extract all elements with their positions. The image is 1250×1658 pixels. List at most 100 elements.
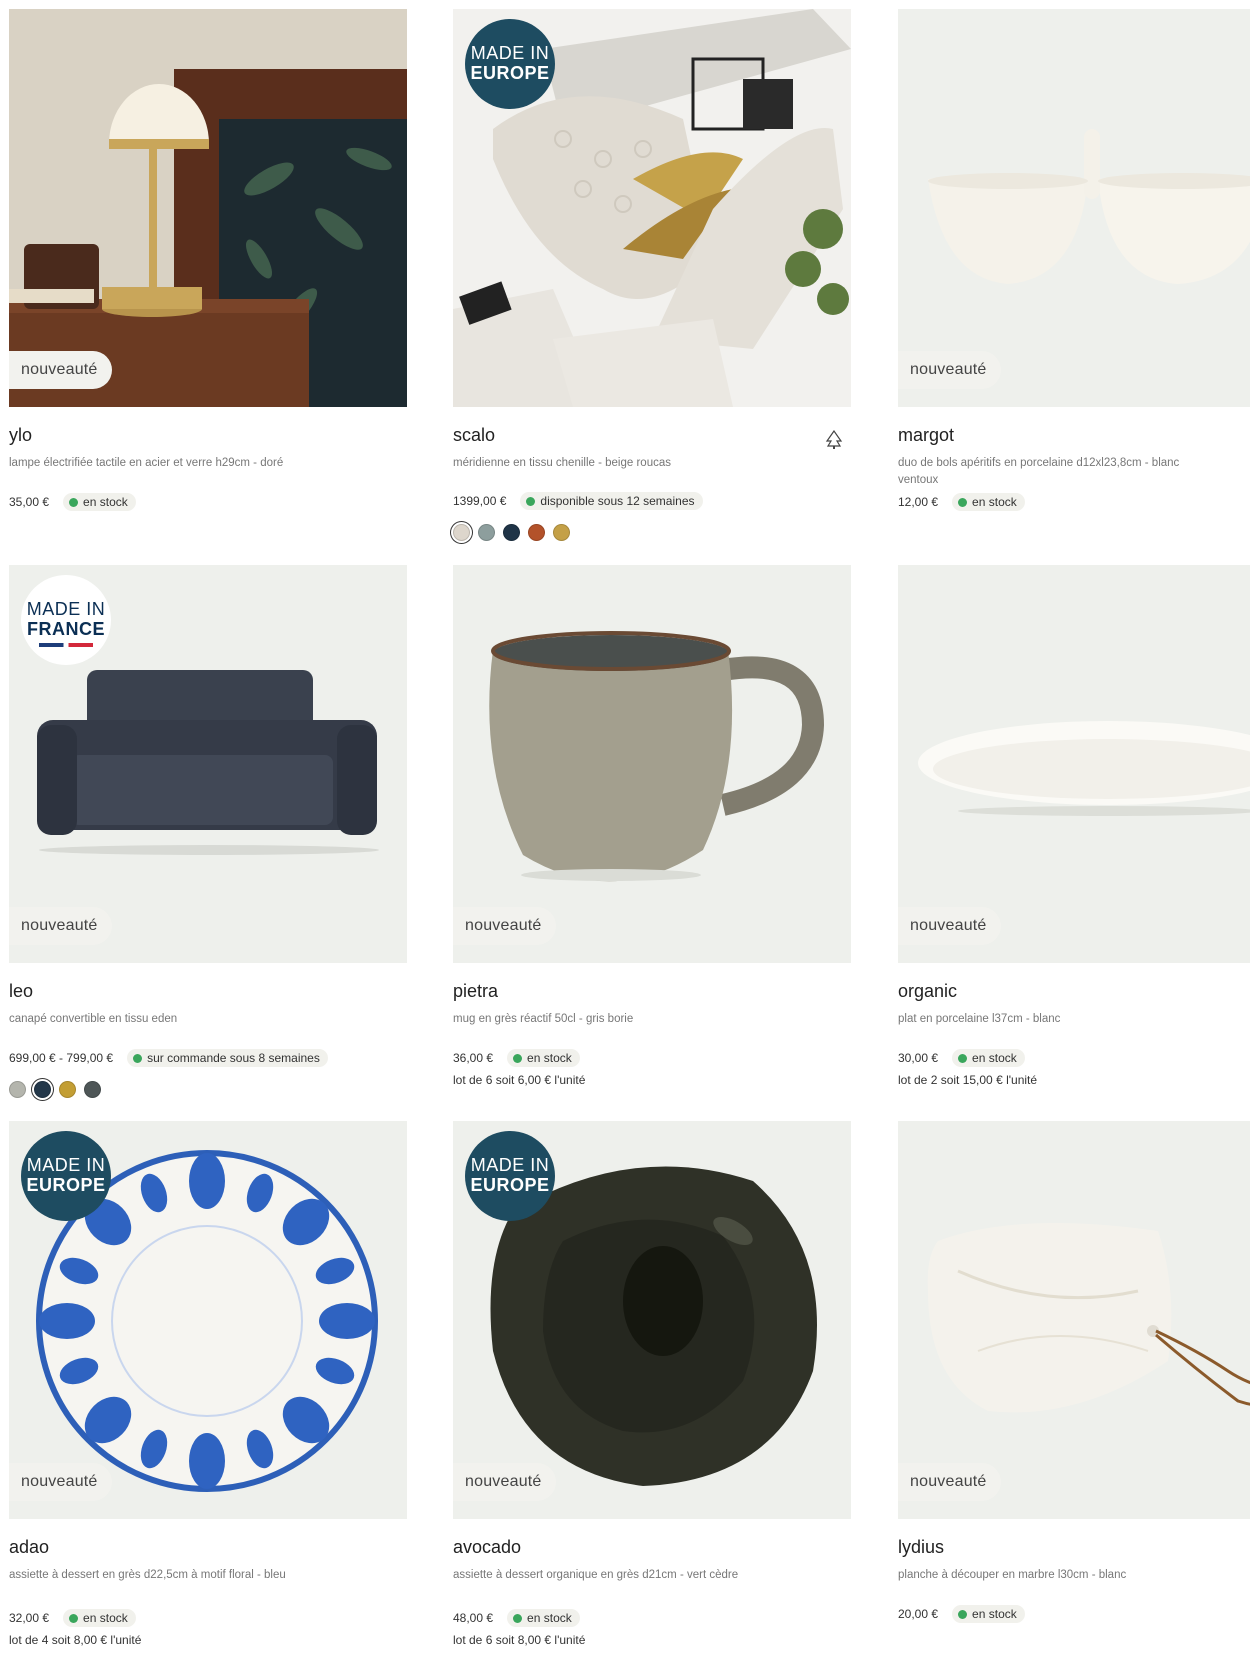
platter-photo [898,565,1250,963]
product-name[interactable]: lydius [898,1537,1250,1561]
new-badge: nouveauté [9,351,112,389]
product-name[interactable]: margot [898,425,1250,449]
stock-label: en stock [527,1051,572,1065]
color-swatch[interactable] [503,524,520,541]
new-badge: nouveauté [898,907,1001,945]
green-dot-icon [69,1613,79,1623]
marble-board-photo [898,1121,1250,1519]
color-swatches [9,1081,407,1098]
made-in-region: EUROPE [470,63,550,83]
product-price: 35,00 € [9,495,50,509]
product-name[interactable]: avocado [453,1537,851,1561]
french-flag-icon [39,643,93,647]
product-card-avocado[interactable]: MADE IN EUROPE nouveauté avocado assiett… [453,1121,851,1647]
green-dot-icon [526,496,536,506]
product-price: 32,00 € [9,1611,50,1625]
stock-label: en stock [527,1611,572,1625]
stock-label: en stock [972,495,1017,509]
product-price: 30,00 € [898,1051,939,1065]
green-dot-icon [958,497,968,507]
product-name[interactable]: ylo [9,425,407,449]
stock-label: en stock [972,1051,1017,1065]
product-image[interactable]: MADE IN EUROPE nouveauté [453,1121,851,1519]
made-in-region: FRANCE [27,619,105,639]
product-price: 12,00 € [898,495,939,509]
product-name[interactable]: adao [9,1537,407,1561]
product-description: lampe électrifiée tactile en acier et ve… [9,457,284,469]
green-dot-icon [513,1053,523,1063]
lot-info: lot de 4 soit 8,00 € l'unité [9,1633,142,1647]
stock-label: en stock [83,495,128,509]
product-card-scalo[interactable]: MADE IN EUROPE scalo méridienne en tissu… [453,9,851,541]
lot-info: lot de 6 soit 8,00 € l'unité [453,1633,586,1647]
stock-label: disponible sous 12 semaines [540,494,695,508]
product-image[interactable]: nouveauté [9,9,407,407]
new-badge: nouveauté [9,907,112,945]
product-image[interactable]: MADE IN FRANCE nouveauté [9,565,407,963]
product-image[interactable]: nouveauté [898,1121,1250,1519]
color-swatch[interactable] [59,1081,76,1098]
product-name[interactable]: leo [9,981,407,1005]
product-image[interactable]: MADE IN EUROPE [453,9,851,407]
mug-photo [453,565,851,963]
made-in-label: MADE IN [26,599,106,619]
stock-status: en stock [63,1609,136,1627]
new-badge: nouveauté [9,1463,112,1501]
bowls-photo [898,9,1250,407]
color-swatch[interactable] [553,524,570,541]
new-badge: nouveauté [898,1463,1001,1501]
lamp-photo [9,9,407,407]
made-in-label: MADE IN [470,43,550,63]
made-in-label: MADE IN [26,1155,106,1175]
product-card-organic[interactable]: nouveauté organic plat en porcelaine l37… [898,565,1250,1087]
made-in-label: MADE IN [470,1155,550,1175]
stock-status: en stock [952,1605,1025,1623]
product-card-adao[interactable]: MADE IN EUROPE nouveauté adao assiette à… [9,1121,407,1647]
product-description: assiette à dessert organique en grès d21… [453,1569,739,1581]
made-in-france-badge: MADE IN FRANCE [21,575,111,665]
product-card-leo[interactable]: MADE IN FRANCE nouveauté leo canapé conv… [9,565,407,1098]
color-swatch[interactable] [528,524,545,541]
product-price: 1399,00 € [453,494,507,508]
product-description: assiette à dessert en grès d22,5cm à mot… [9,1569,286,1581]
color-swatch[interactable] [34,1081,51,1098]
product-image[interactable]: nouveauté [898,9,1250,407]
color-swatch[interactable] [9,1081,26,1098]
color-swatch[interactable] [84,1081,101,1098]
made-in-region: EUROPE [470,1175,550,1195]
product-image[interactable]: MADE IN EUROPE nouveauté [9,1121,407,1519]
green-dot-icon [513,1613,523,1623]
stock-status: disponible sous 12 semaines [520,492,703,510]
new-badge: nouveauté [898,351,1001,389]
stock-status: sur commande sous 8 semaines [127,1049,328,1067]
product-price: 48,00 € [453,1611,494,1625]
stock-label: en stock [972,1607,1017,1621]
green-dot-icon [958,1609,968,1619]
product-card-margot[interactable]: nouveauté margot duo de bols apéritifs e… [898,9,1250,513]
color-swatch[interactable] [478,524,495,541]
lot-info: lot de 6 soit 6,00 € l'unité [453,1073,586,1087]
product-image[interactable]: nouveauté [898,565,1250,963]
product-name[interactable]: scalo [453,425,851,449]
lot-info: lot de 2 soit 15,00 € l'unité [898,1073,1038,1087]
product-name[interactable]: organic [898,981,1250,1005]
product-name[interactable]: pietra [453,981,851,1005]
made-in-europe-badge: MADE IN EUROPE [465,1131,555,1221]
made-in-region: EUROPE [26,1175,106,1195]
product-card-ylo[interactable]: nouveauté ylo lampe électrifiée tactile … [9,9,407,513]
new-badge: nouveauté [453,1463,556,1501]
stock-status: en stock [952,1049,1025,1067]
stock-status: en stock [63,493,136,511]
product-card-pietra[interactable]: nouveauté pietra mug en grès réactif 50c… [453,565,851,1087]
product-description: canapé convertible en tissu eden [9,1013,178,1025]
product-description: duo de bols apéritifs en porcelaine d12x… [898,457,1180,486]
product-card-lydius[interactable]: nouveauté lydius planche à découper en m… [898,1121,1250,1625]
color-swatch[interactable] [453,524,470,541]
made-in-europe-badge: MADE IN EUROPE [465,19,555,109]
stock-label: sur commande sous 8 semaines [147,1051,320,1065]
product-price: 20,00 € [898,1607,939,1621]
color-swatches [453,524,851,541]
product-image[interactable]: nouveauté [453,565,851,963]
green-dot-icon [958,1053,968,1063]
product-price: 36,00 € [453,1051,494,1065]
